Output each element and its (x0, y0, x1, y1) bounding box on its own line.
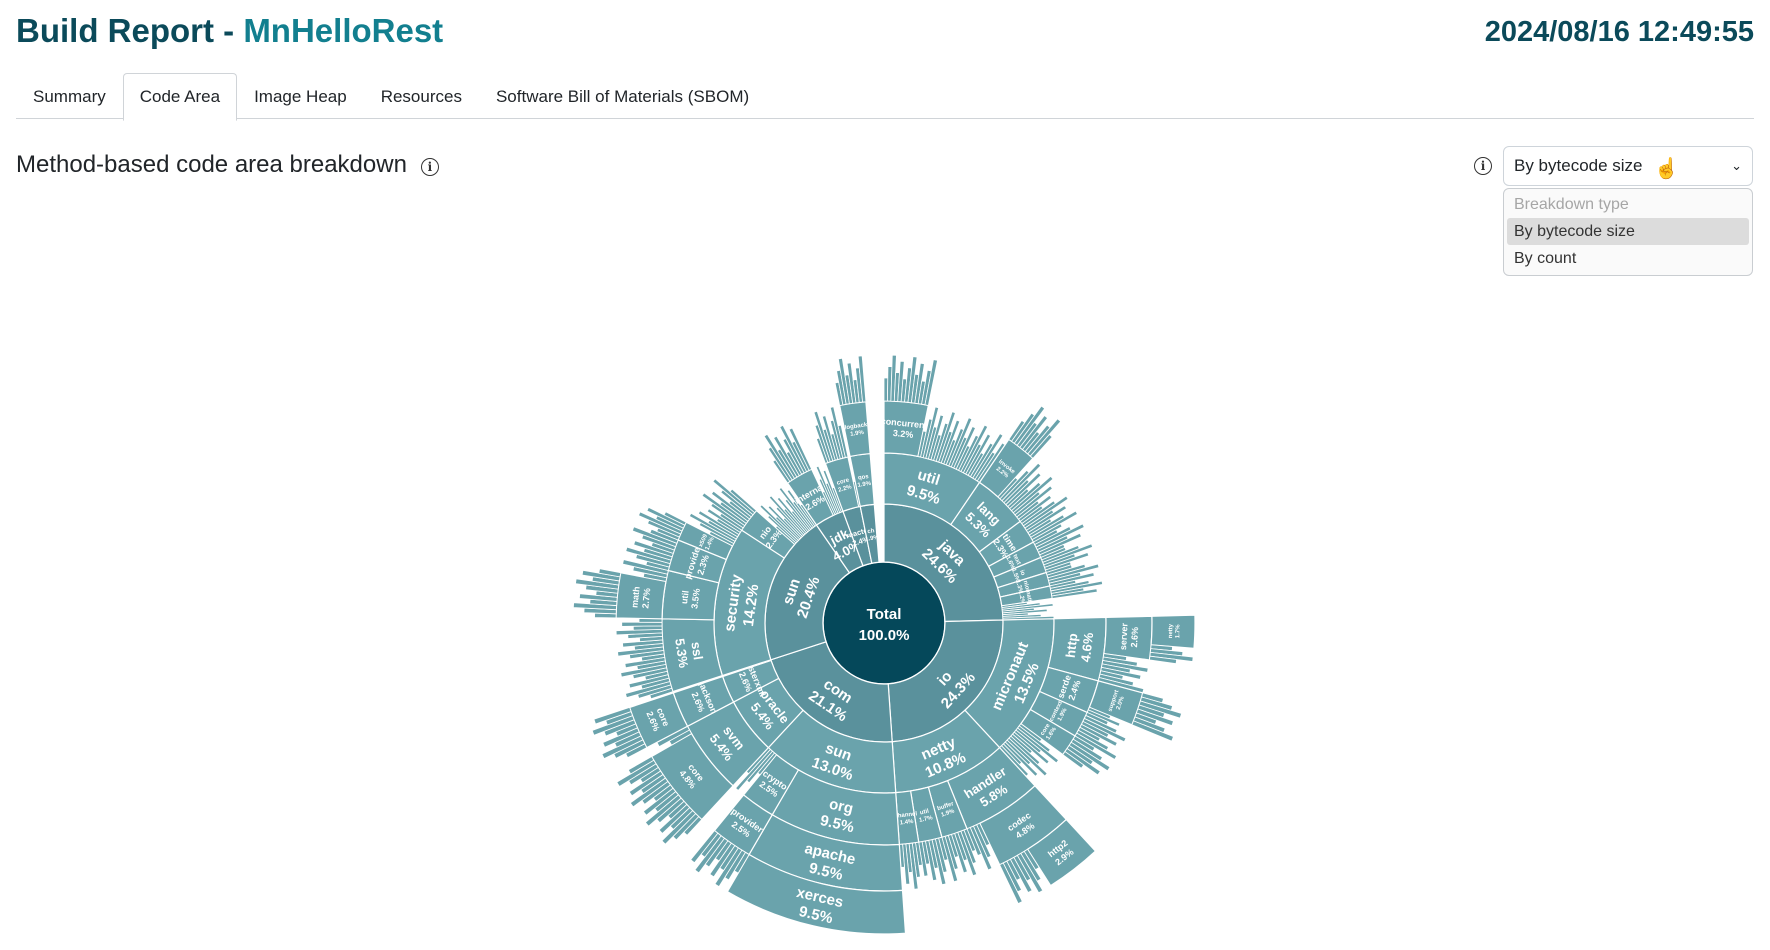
segment-label: netty 1.7% (1168, 623, 1182, 638)
segment-name: server (1118, 622, 1130, 650)
segment-percent: 2.6% (1129, 627, 1140, 648)
segment-name: netty (1168, 623, 1174, 638)
segment-percent: 1.7% (1175, 624, 1181, 639)
segment-label: math2.7% (629, 586, 652, 609)
segment-name: ssl (688, 641, 705, 661)
segment-percent: 2.7% (640, 588, 652, 609)
segment-percent: 3.2% (892, 428, 913, 440)
center-total[interactable] (822, 561, 946, 685)
center-percent: 100.0% (859, 627, 910, 644)
sunburst-chart: Total100.0%java24.6%util9.5%concurrent3.… (572, 354, 1196, 935)
segment-name: util (679, 590, 691, 605)
segment-label: http4.6% (1063, 631, 1097, 663)
segment-name: ch (867, 528, 875, 535)
center-label: Total (867, 606, 902, 623)
small-segment[interactable] (621, 621, 663, 627)
